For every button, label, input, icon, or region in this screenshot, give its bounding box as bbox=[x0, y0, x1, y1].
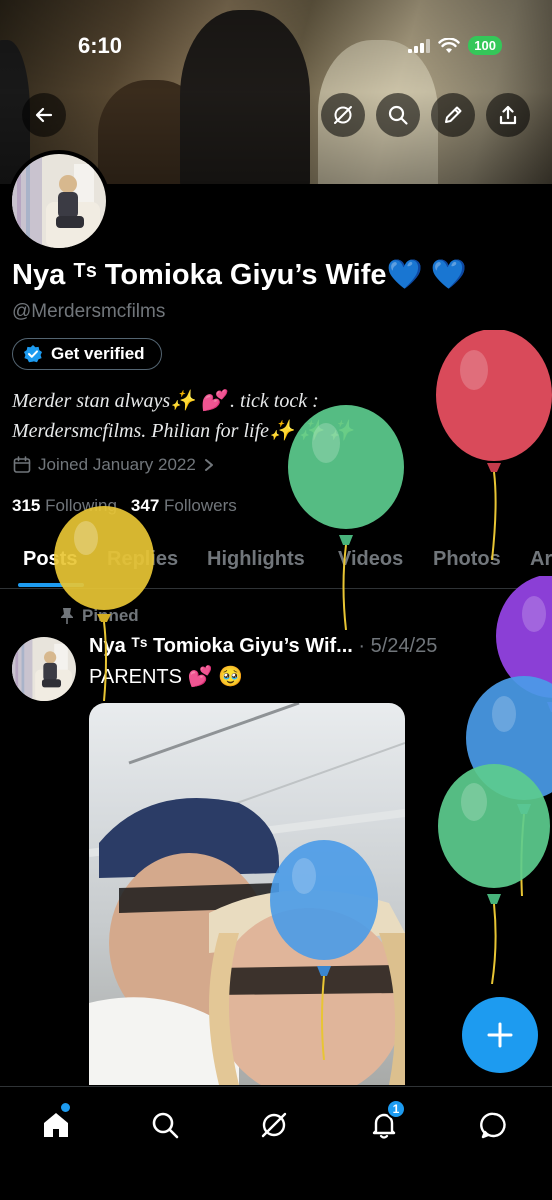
joined-date[interactable]: Joined January 2022 bbox=[12, 455, 216, 475]
avatar-image bbox=[12, 154, 106, 248]
post-avatar-image bbox=[12, 637, 76, 701]
post-photo-image bbox=[89, 703, 405, 1085]
chevron-right-icon bbox=[204, 459, 213, 471]
bottom-nav: 1 bbox=[0, 1086, 552, 1200]
followers-label: Followers bbox=[164, 496, 237, 515]
tab-highlights[interactable]: Highlights bbox=[207, 548, 305, 571]
balloon-blue-right bbox=[466, 676, 552, 896]
calendar-icon bbox=[13, 456, 31, 473]
nav-messages[interactable] bbox=[472, 1103, 516, 1147]
status-time: 6:10 bbox=[78, 33, 123, 58]
home-unread-dot bbox=[61, 1103, 70, 1112]
post-date[interactable]: · 5/24/25 bbox=[358, 635, 437, 657]
status-bar: 6:10 100 bbox=[0, 0, 552, 90]
following-count: 315 bbox=[12, 496, 41, 515]
profile-handle: @Merdersmcfilms bbox=[12, 301, 166, 322]
balloon-green-bottom bbox=[438, 764, 550, 984]
nav-home[interactable] bbox=[34, 1103, 78, 1147]
battery-indicator: 100 bbox=[468, 36, 502, 55]
share-icon bbox=[499, 105, 517, 125]
back-button[interactable] bbox=[22, 93, 66, 137]
wifi-icon bbox=[438, 37, 460, 53]
profile-bio: Merder stan always✨ 💕 . tick tock : Merd… bbox=[12, 386, 432, 446]
post-author[interactable]: Nya ᵀˢ Tomioka Giyu’s Wif... bbox=[89, 635, 353, 657]
pin-icon bbox=[61, 608, 73, 624]
balloon-purple bbox=[496, 576, 552, 712]
grok-icon bbox=[261, 1112, 287, 1138]
search-icon bbox=[152, 1112, 179, 1139]
tab-photos[interactable]: Photos bbox=[433, 548, 501, 571]
notifications-badge: 1 bbox=[386, 1099, 406, 1119]
grok-button[interactable] bbox=[321, 93, 365, 137]
following-link[interactable]: 315 Following bbox=[12, 496, 117, 516]
bio-line-1: Merder stan always✨ 💕 . tick tock : bbox=[12, 390, 319, 412]
compose-button[interactable] bbox=[462, 997, 538, 1073]
tab-articles[interactable]: Ar bbox=[530, 548, 552, 571]
tab-videos[interactable]: Videos bbox=[338, 548, 403, 571]
following-label: Following bbox=[45, 496, 117, 515]
profile-tabs: Posts Replies Highlights Videos Photos A… bbox=[0, 533, 552, 589]
post-avatar[interactable] bbox=[12, 637, 76, 701]
get-verified-label: Get verified bbox=[51, 344, 145, 363]
get-verified-button[interactable]: Get verified bbox=[12, 338, 162, 370]
nav-grok[interactable] bbox=[252, 1103, 296, 1147]
active-tab-indicator bbox=[18, 583, 84, 587]
nav-notifications[interactable]: 1 bbox=[362, 1099, 406, 1147]
balloon-red bbox=[436, 330, 552, 560]
post-header: Nya ᵀˢ Tomioka Giyu’s Wif... · 5/24/25 bbox=[89, 635, 437, 658]
share-button[interactable] bbox=[486, 93, 530, 137]
signal-icon bbox=[408, 38, 431, 53]
plus-icon bbox=[487, 1022, 513, 1048]
bio-line-2: Merdersmcfilms. Philian for life✨ ✨ ✨ bbox=[12, 420, 354, 442]
tab-replies[interactable]: Replies bbox=[107, 548, 178, 571]
status-icons: 100 bbox=[408, 36, 502, 55]
followers-link[interactable]: 347 Followers bbox=[131, 496, 237, 516]
verified-badge-icon bbox=[24, 345, 42, 363]
search-button[interactable] bbox=[376, 93, 420, 137]
post-text: PARENTS 💕 🥹 bbox=[89, 666, 243, 688]
post-photo[interactable] bbox=[89, 703, 405, 1085]
followers-count: 347 bbox=[130, 496, 160, 515]
tab-posts[interactable]: Posts bbox=[23, 548, 77, 571]
arrow-left-icon bbox=[35, 107, 53, 123]
nav-search[interactable] bbox=[143, 1103, 187, 1147]
edit-button[interactable] bbox=[431, 93, 475, 137]
chat-bubble-icon bbox=[480, 1112, 506, 1139]
search-icon bbox=[388, 105, 408, 125]
follow-stats: 315 Following 347 Followers bbox=[12, 496, 237, 516]
pinned-label: Pinned bbox=[60, 606, 139, 626]
home-icon bbox=[44, 1113, 68, 1137]
pencil-icon bbox=[445, 106, 462, 123]
profile-avatar[interactable] bbox=[8, 150, 110, 252]
display-name: Nya ᵀˢ Tomioka Giyu’s Wife💙 💙 bbox=[12, 259, 467, 291]
joined-label: Joined January 2022 bbox=[38, 455, 196, 474]
pinned-text: Pinned bbox=[82, 606, 139, 625]
grok-icon bbox=[334, 106, 352, 124]
